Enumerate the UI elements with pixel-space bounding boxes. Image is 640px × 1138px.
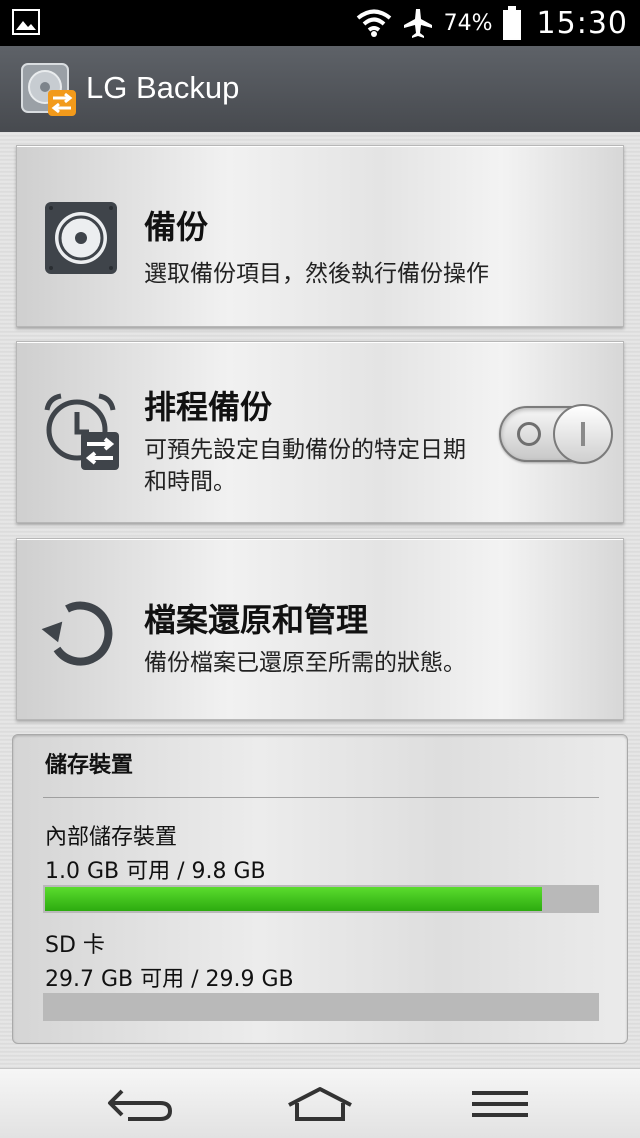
- lg-backup-app-icon[interactable]: [20, 60, 78, 118]
- storage-panel: 儲存裝置 內部儲存裝置 1.0 GB 可用 / 9.8 GB SD 卡 29.7…: [12, 734, 628, 1044]
- scheduled-backup-description: 可預先設定自動備份的特定日期和時間。: [144, 437, 466, 495]
- restore-manage-title: 檔案還原和管理: [144, 601, 369, 639]
- restore-icon: [41, 601, 113, 666]
- app-bar: LG Backup: [0, 46, 640, 132]
- storage-title: 儲存裝置: [45, 753, 134, 778]
- internal-storage-name: 內部儲存裝置: [45, 825, 178, 850]
- main-content: 備份 選取備份項目，然後執行備份操作 排程備份 可預先設定自動備份的特定日期和時…: [0, 132, 640, 1068]
- restore-manage-card[interactable]: 檔案還原和管理 備份檔案已還原至所需的狀態。: [16, 538, 624, 720]
- app-title: LG Backup: [86, 70, 240, 105]
- status-bar: 74% 15:30: [0, 0, 640, 46]
- scheduled-backup-toggle[interactable]: [499, 404, 613, 464]
- alarm-clock-backup-icon: [44, 393, 119, 470]
- storage-divider: [43, 797, 599, 798]
- scheduled-backup-title: 排程備份: [144, 388, 273, 426]
- backup-title: 備份: [144, 208, 209, 246]
- back-button[interactable]: [106, 1083, 176, 1125]
- menu-button[interactable]: [464, 1083, 534, 1125]
- internal-storage-bar: [43, 885, 599, 913]
- battery-percent: 74%: [443, 10, 493, 36]
- hard-drive-icon: [45, 202, 117, 274]
- toggle-off-icon: [517, 422, 541, 446]
- backup-card[interactable]: 備份 選取備份項目，然後執行備份操作: [16, 145, 624, 327]
- sd-card-usage: 29.7 GB 可用 / 29.9 GB: [45, 967, 294, 992]
- toggle-knob[interactable]: [553, 404, 613, 464]
- scheduled-backup-card[interactable]: 排程備份 可預先設定自動備份的特定日期和時間。: [16, 341, 624, 523]
- sd-card-bar: [43, 993, 599, 1021]
- home-button[interactable]: [285, 1083, 355, 1125]
- airplane-mode-icon: [403, 9, 432, 38]
- internal-storage-bar-fill: [45, 887, 542, 911]
- backup-description: 選取備份項目，然後執行備份操作: [144, 261, 489, 287]
- sd-card-name: SD 卡: [45, 933, 105, 958]
- wifi-icon: [356, 9, 391, 37]
- clock: 15:30: [536, 5, 628, 41]
- internal-storage-usage: 1.0 GB 可用 / 9.8 GB: [45, 859, 266, 884]
- image-notification-icon: [12, 9, 40, 35]
- restore-manage-description: 備份檔案已還原至所需的狀態。: [144, 650, 466, 676]
- navigation-bar: [0, 1068, 640, 1138]
- battery-icon: [502, 6, 521, 40]
